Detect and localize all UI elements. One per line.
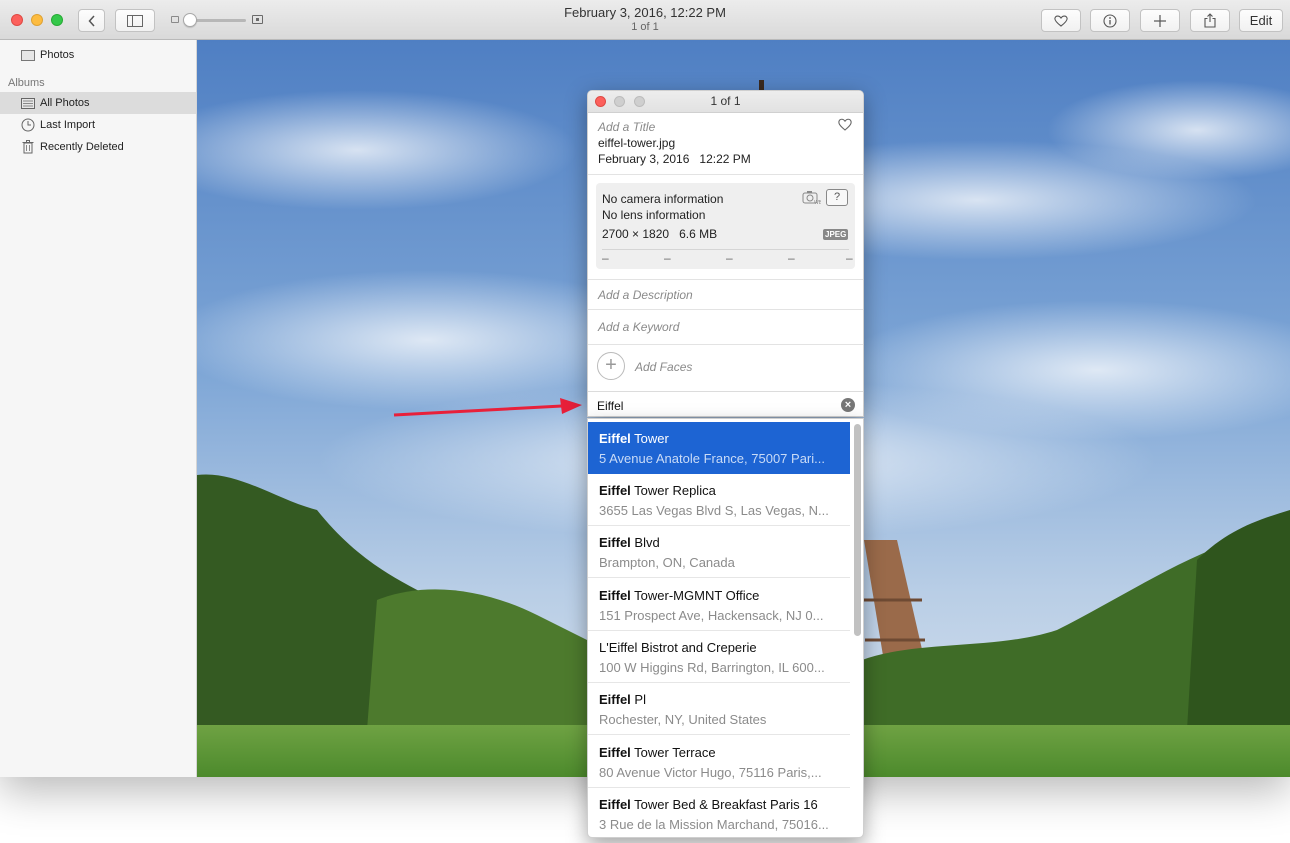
suggestion-name: Eiffel Tower (599, 431, 669, 446)
favorite-heart-icon[interactable] (838, 118, 852, 131)
exif-value: – (788, 251, 795, 265)
suggestion-address: 5 Avenue Anatole France, 75007 Pari... (599, 451, 825, 466)
help-button[interactable]: ? (826, 189, 848, 206)
exif-value: – (664, 251, 671, 265)
photo-date-value: February 3, 2016 (598, 152, 690, 166)
add-faces-label[interactable]: Add Faces (635, 360, 692, 374)
heart-icon (1054, 15, 1068, 27)
info-panel: 1 of 1 Add a Title eiffel-tower.jpg Febr… (587, 90, 864, 417)
exif-value: – (726, 251, 733, 265)
location-search-input[interactable]: Eiffel × (588, 391, 863, 416)
suggestion-address: 80 Avenue Victor Hugo, 75116 Paris,... (599, 765, 822, 780)
photo-date: February 3, 2016 12:22 PM (598, 152, 751, 166)
clear-search-icon[interactable]: × (841, 398, 855, 412)
info-panel-title: 1 of 1 (710, 94, 741, 108)
annotation-arrow-icon (393, 398, 582, 417)
dimensions-value: 2700 × 1820 (602, 227, 670, 241)
sidebar: Photos Albums All Photos Last Import Rec… (0, 40, 197, 777)
add-button[interactable] (1140, 9, 1180, 32)
sidebar-item-label: Photos (40, 49, 75, 61)
location-suggestions-list: Eiffel Tower 5 Avenue Anatole France, 75… (587, 418, 864, 838)
info-icon (1103, 13, 1117, 28)
suggestion-address: 3655 Las Vegas Blvd S, Las Vegas, N... (599, 503, 829, 518)
info-close-button[interactable] (595, 96, 606, 107)
svg-text:WB: WB (814, 200, 821, 205)
info-maximize-button (634, 96, 645, 107)
format-badge: JPEG (823, 229, 849, 240)
suggestion-address: 3 Rue de la Mission Marchand, 75016... (599, 817, 829, 832)
suggestion-address: Brampton, ON, Canada (599, 555, 735, 570)
list-item[interactable]: Eiffel Tower 5 Avenue Anatole France, 75… (588, 422, 850, 474)
list-item[interactable]: L'Eiffel Bistrot and Creperie 100 W Higg… (588, 631, 850, 683)
suggestion-name: Eiffel Blvd (599, 535, 660, 550)
add-keyword-field[interactable]: Add a Keyword (598, 320, 679, 334)
divider (588, 279, 863, 280)
divider (588, 174, 863, 175)
photos-icon (20, 49, 35, 62)
divider (588, 309, 863, 310)
info-minimize-button (614, 96, 625, 107)
suggestion-address: Rochester, NY, United States (599, 712, 767, 727)
sidebar-item-label: Recently Deleted (40, 141, 124, 153)
albums-header: Albums (8, 77, 45, 89)
trash-icon (20, 140, 35, 154)
divider (602, 249, 849, 250)
sidebar-item-all-photos[interactable]: All Photos (0, 92, 196, 114)
list-item[interactable]: Eiffel Tower-MGMNT Office 151 Prospect A… (588, 579, 850, 631)
sidebar-item-photos[interactable]: Photos (0, 44, 196, 66)
suggestion-name: L'Eiffel Bistrot and Creperie (599, 640, 757, 655)
add-title-field[interactable]: Add a Title (598, 120, 655, 134)
suggestions-scrollbar[interactable] (854, 424, 861, 636)
photo-time-value: 12:22 PM (699, 152, 751, 166)
list-item[interactable]: Eiffel Blvd Brampton, ON, Canada (588, 526, 850, 578)
lens-info: No lens information (602, 208, 706, 222)
share-icon (1204, 13, 1216, 28)
sidebar-item-recently-deleted[interactable]: Recently Deleted (0, 136, 196, 158)
exif-value: – (846, 251, 853, 265)
add-faces-button[interactable]: + (597, 352, 625, 380)
suggestion-name: Eiffel Tower Terrace (599, 745, 716, 760)
list-item[interactable]: Eiffel Pl Rochester, NY, United States (588, 683, 850, 735)
clock-icon (20, 118, 35, 132)
location-search-value: Eiffel (597, 399, 624, 413)
favorite-button[interactable] (1041, 9, 1081, 32)
file-size-value: 6.6 MB (679, 227, 718, 241)
list-item[interactable]: Eiffel Tower Replica 3655 Las Vegas Blvd… (588, 474, 850, 526)
edit-button[interactable]: Edit (1239, 9, 1283, 32)
photos-icon (20, 97, 35, 110)
camera-info: No camera information (602, 192, 724, 206)
filename: eiffel-tower.jpg (598, 136, 676, 150)
add-description-field[interactable]: Add a Description (598, 288, 693, 302)
suggestion-address: 151 Prospect Ave, Hackensack, NJ 0... (599, 608, 824, 623)
sidebar-item-label: Last Import (40, 119, 96, 131)
suggestion-address: 100 W Higgins Rd, Barrington, IL 600... (599, 660, 825, 675)
suggestion-name: Eiffel Tower Replica (599, 483, 716, 498)
toolbar: February 3, 2016, 12:22 PM 1 of 1 Edit (0, 0, 1290, 40)
exif-value: – (602, 251, 609, 265)
camera-info-box: No camera information No lens informatio… (596, 183, 855, 269)
image-dimensions: 2700 × 1820 6.6 MB (602, 227, 717, 241)
sidebar-item-last-import[interactable]: Last Import (0, 114, 196, 136)
suggestion-name: Eiffel Pl (599, 692, 646, 707)
plus-icon (1154, 14, 1166, 27)
share-button[interactable] (1190, 9, 1230, 32)
sidebar-item-label: All Photos (40, 97, 90, 109)
list-item[interactable]: Eiffel Tower Bed & Breakfast Paris 16 3 … (588, 788, 850, 837)
camera-wb-icon: WB (802, 191, 821, 205)
suggestion-name: Eiffel Tower-MGMNT Office (599, 588, 760, 603)
suggestion-name: Eiffel Tower Bed & Breakfast Paris 16 (599, 797, 818, 812)
list-item[interactable]: Eiffel Tower Terrace 80 Avenue Victor Hu… (588, 736, 850, 788)
info-panel-titlebar: 1 of 1 (588, 91, 863, 113)
divider (588, 344, 863, 345)
info-button[interactable] (1090, 9, 1130, 32)
